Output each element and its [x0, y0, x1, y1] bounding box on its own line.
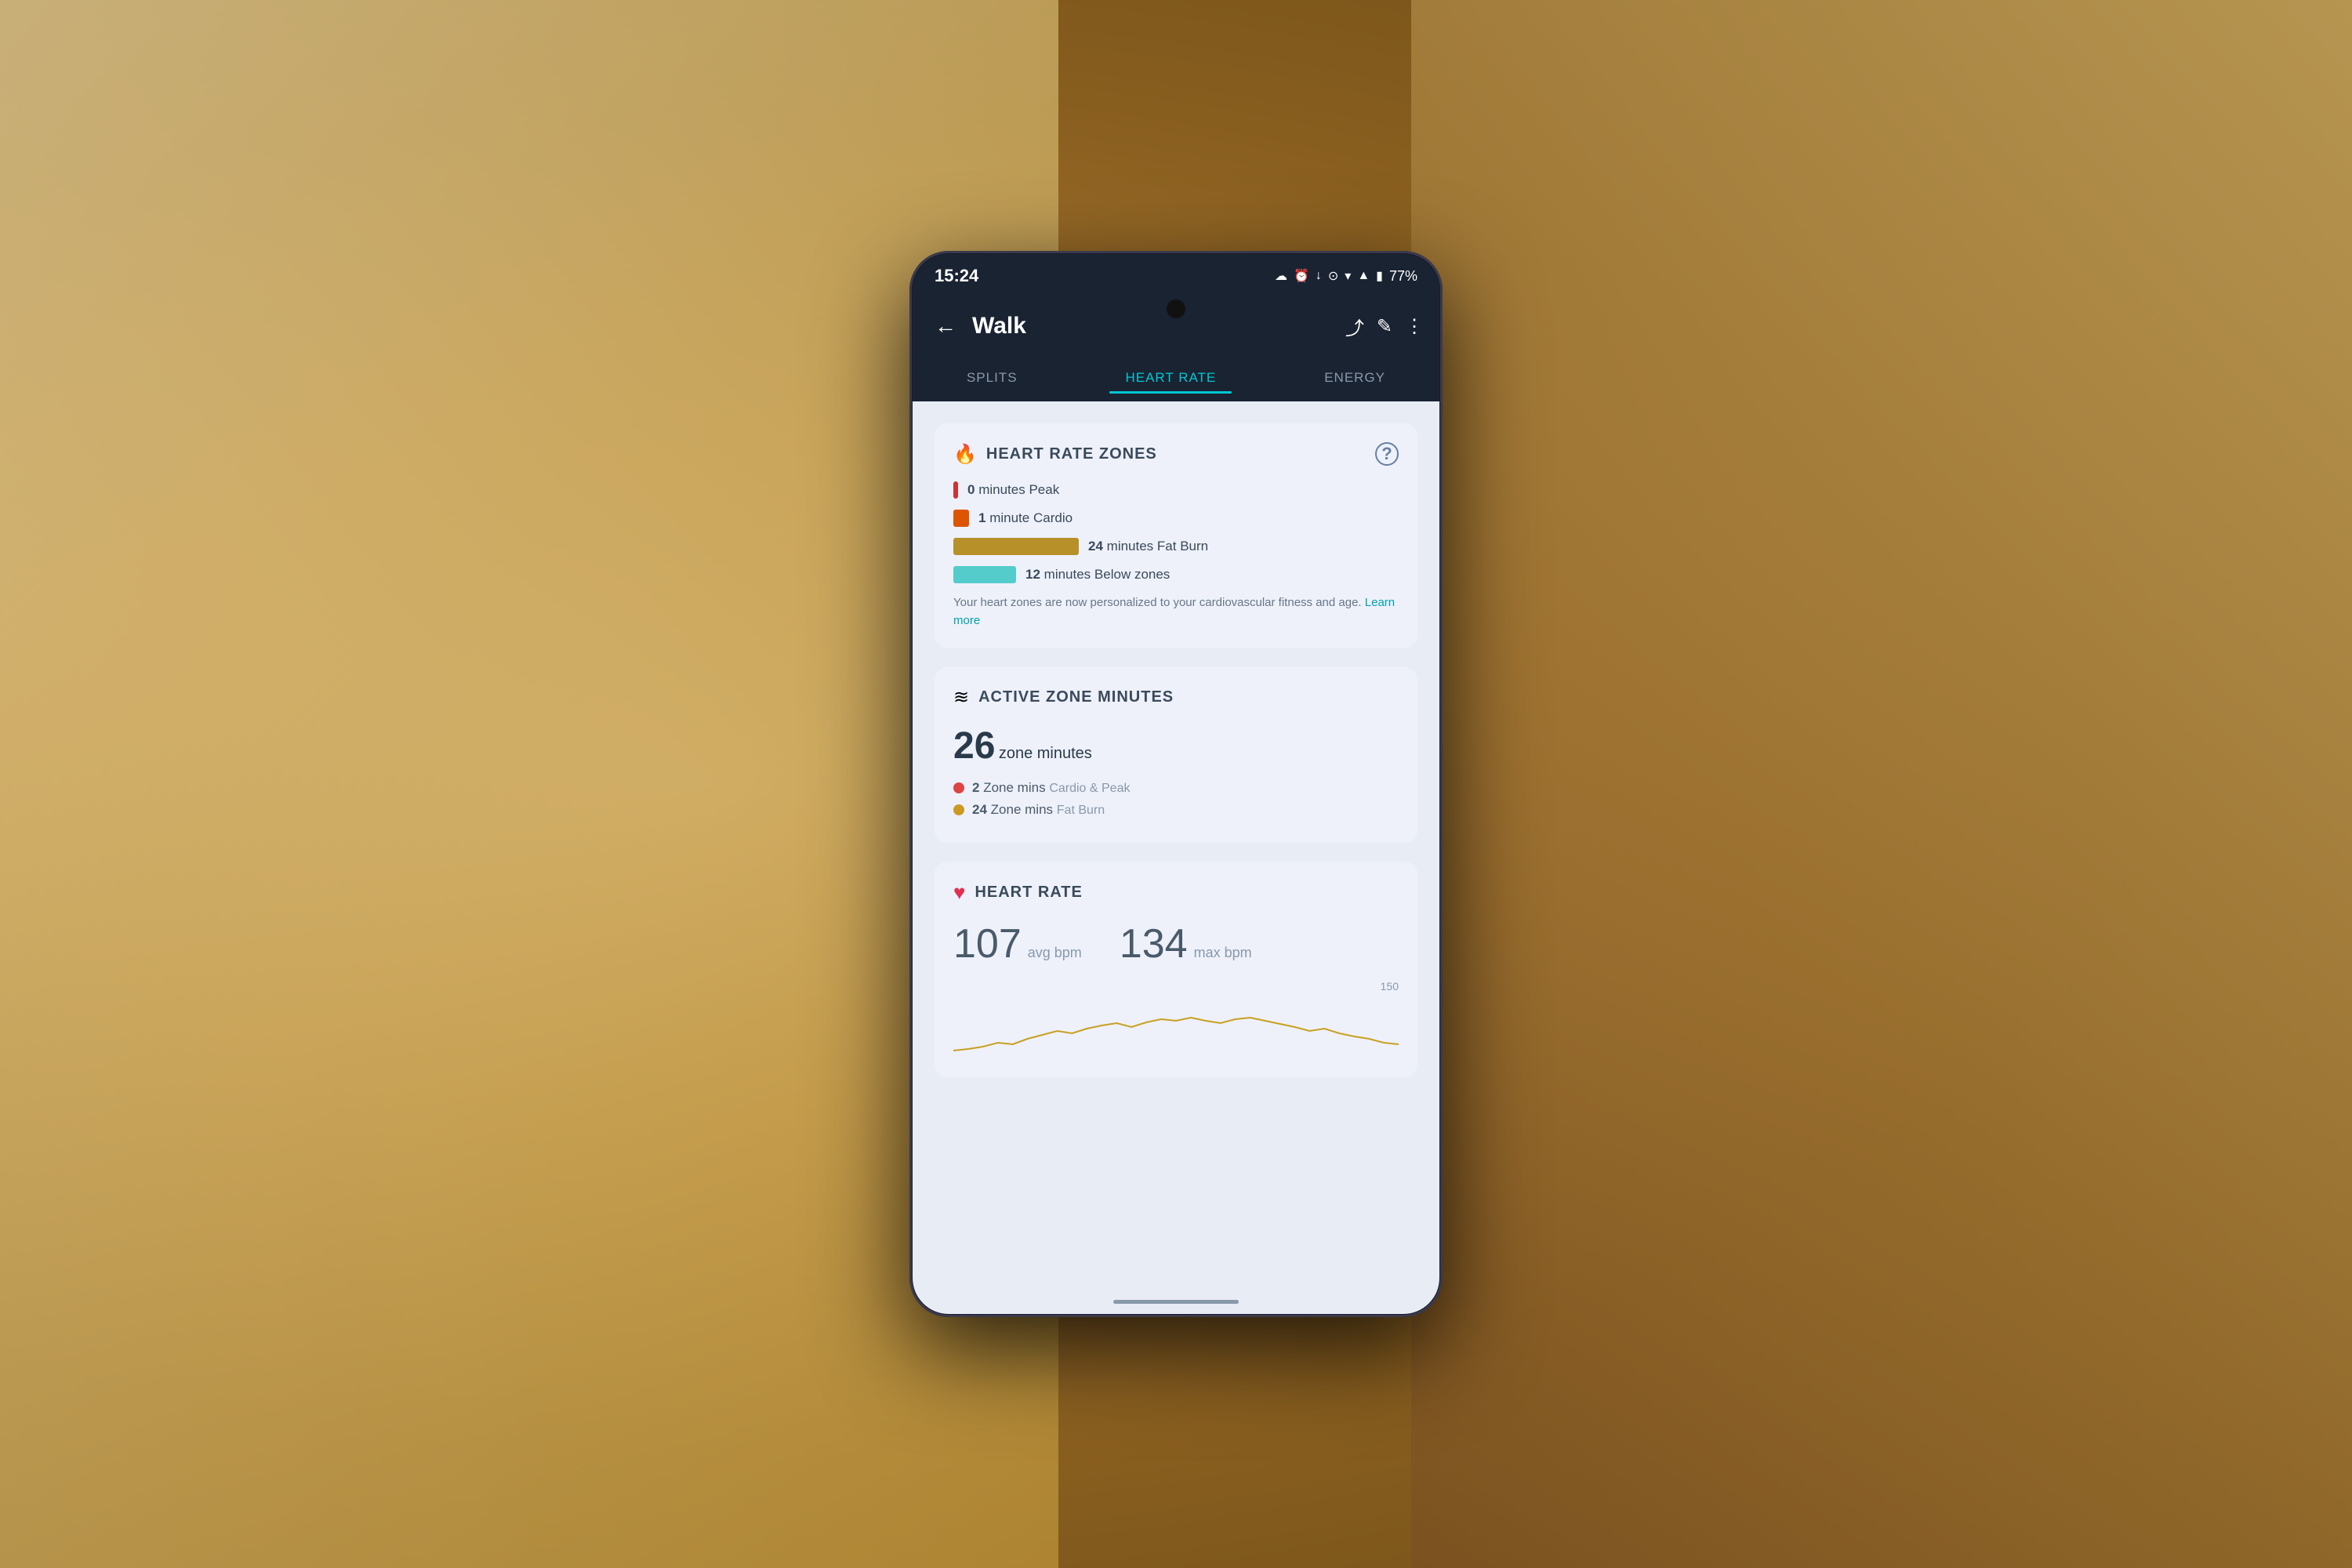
- heart-rate-zones-section: 🔥 HEART RATE ZONES ? 0 minutes Peak: [935, 423, 1417, 648]
- edit-icon[interactable]: ✎: [1377, 315, 1392, 338]
- azm-title: ACTIVE ZONE MINUTES: [978, 688, 1174, 706]
- zone-bar-below: [953, 566, 1016, 583]
- azm-total-label: zone minutes: [999, 745, 1092, 762]
- hr-max-value: 134: [1120, 920, 1188, 967]
- nav-actions: ⤴ ✎ ⋮: [1345, 313, 1424, 340]
- instagram-icon: ⊙: [1328, 268, 1338, 284]
- hr-stats: 107 avg bpm 134 max bpm: [953, 920, 1399, 967]
- azm-fatburn-text: 24 Zone mins Fat Burn: [972, 802, 1105, 818]
- heart-icon: ♥: [953, 880, 965, 905]
- tab-bar: SPLITS HEART RATE ENERGY: [913, 354, 1439, 401]
- hr-section: ♥ HEART RATE 107 avg bpm 134 max bpm: [935, 862, 1417, 1077]
- battery-icon: ▮: [1376, 268, 1383, 284]
- hr-chart: 150: [953, 980, 1399, 1058]
- status-time: 15:24: [935, 266, 978, 286]
- zone-row-cardio: 1 minute Cardio: [953, 510, 1399, 527]
- hr-chart-svg: [953, 988, 1399, 1058]
- home-indicator: [913, 1289, 1439, 1314]
- azm-item-fatburn: 24 Zone mins Fat Burn: [953, 802, 1399, 818]
- help-button[interactable]: ?: [1375, 442, 1399, 466]
- hr-section-header: ♥ HEART RATE: [953, 880, 1399, 905]
- cloud-icon: ☁: [1275, 268, 1287, 284]
- azm-total-row: 26 zone minutes: [953, 724, 1399, 768]
- zone-label-cardio: 1 minute Cardio: [978, 510, 1073, 526]
- zone-row-fatburn: 24 minutes Fat Burn: [953, 538, 1399, 555]
- hr-avg-stat: 107 avg bpm: [953, 920, 1082, 967]
- nav-title: Walk: [972, 313, 1345, 339]
- tab-heart-rate[interactable]: HEART RATE: [1109, 364, 1232, 392]
- azm-dot-cardio: [953, 782, 964, 793]
- zone-bar-peak: [953, 481, 958, 499]
- hr-max-label: max bpm: [1194, 945, 1252, 961]
- zones-icon: 🔥: [953, 443, 977, 466]
- phone: 15:24 ☁ ⏰ ↓ ⊙ ▾ ▲ ▮ 77% ← Walk ⤴ ✎: [909, 251, 1443, 1317]
- battery-percent: 77%: [1389, 268, 1417, 285]
- zone-label-below: 12 minutes Below zones: [1025, 567, 1170, 583]
- hr-max-stat: 134 max bpm: [1120, 920, 1252, 967]
- location-icon: ↓: [1316, 269, 1322, 283]
- azm-section-header: ≋ ACTIVE ZONE MINUTES: [953, 686, 1399, 709]
- zones-title: HEART RATE ZONES: [986, 445, 1157, 463]
- hr-title-row: ♥ HEART RATE: [953, 880, 1083, 905]
- hr-avg-label: avg bpm: [1028, 945, 1082, 961]
- section-header: 🔥 HEART RATE ZONES ?: [953, 442, 1399, 466]
- hr-title: HEART RATE: [975, 884, 1082, 902]
- tab-splits[interactable]: SPLITS: [951, 364, 1033, 392]
- azm-icon: ≋: [953, 686, 969, 709]
- tab-energy[interactable]: ENERGY: [1308, 364, 1401, 392]
- alarm-icon: ⏰: [1294, 268, 1309, 284]
- status-bar: 15:24 ☁ ⏰ ↓ ⊙ ▾ ▲ ▮ 77%: [913, 254, 1439, 298]
- zone-bar-cardio: [953, 510, 969, 527]
- status-icons: ☁ ⏰ ↓ ⊙ ▾ ▲ ▮ 77%: [1275, 268, 1417, 285]
- phone-screen: 15:24 ☁ ⏰ ↓ ⊙ ▾ ▲ ▮ 77% ← Walk ⤴ ✎: [913, 254, 1439, 1314]
- zone-bar-fatburn: [953, 538, 1079, 555]
- azm-total-value: 26: [953, 725, 995, 767]
- home-bar: [1113, 1300, 1239, 1304]
- azm-item-cardio: 2 Zone mins Cardio & Peak: [953, 780, 1399, 796]
- more-icon[interactable]: ⋮: [1405, 315, 1424, 338]
- signal-icon: ▲: [1357, 269, 1370, 283]
- zone-row-below: 12 minutes Below zones: [953, 566, 1399, 583]
- azm-section: ≋ ACTIVE ZONE MINUTES 26 zone minutes 2: [935, 667, 1417, 843]
- section-title-row: 🔥 HEART RATE ZONES: [953, 443, 1157, 466]
- zone-label-peak: 0 minutes Peak: [967, 482, 1059, 498]
- wifi-icon: ▾: [1345, 268, 1351, 284]
- azm-dot-fatburn: [953, 804, 964, 815]
- content-area: 🔥 HEART RATE ZONES ? 0 minutes Peak: [913, 401, 1439, 1289]
- azm-title-row: ≋ ACTIVE ZONE MINUTES: [953, 686, 1174, 709]
- zone-row-peak: 0 minutes Peak: [953, 481, 1399, 499]
- camera-notch: [1167, 299, 1185, 318]
- back-button[interactable]: ←: [928, 307, 963, 345]
- zone-label-fatburn: 24 minutes Fat Burn: [1088, 539, 1208, 554]
- hr-avg-value: 107: [953, 920, 1022, 967]
- azm-breakdown: 2 Zone mins Cardio & Peak 24: [953, 780, 1399, 818]
- share-icon[interactable]: ⤴: [1345, 313, 1364, 340]
- azm-cardio-text: 2 Zone mins Cardio & Peak: [972, 780, 1130, 796]
- phone-wrapper: 15:24 ☁ ⏰ ↓ ⊙ ▾ ▲ ▮ 77% ← Walk ⤴ ✎: [909, 251, 1443, 1317]
- zone-description: Your heart zones are now personalized to…: [953, 594, 1399, 630]
